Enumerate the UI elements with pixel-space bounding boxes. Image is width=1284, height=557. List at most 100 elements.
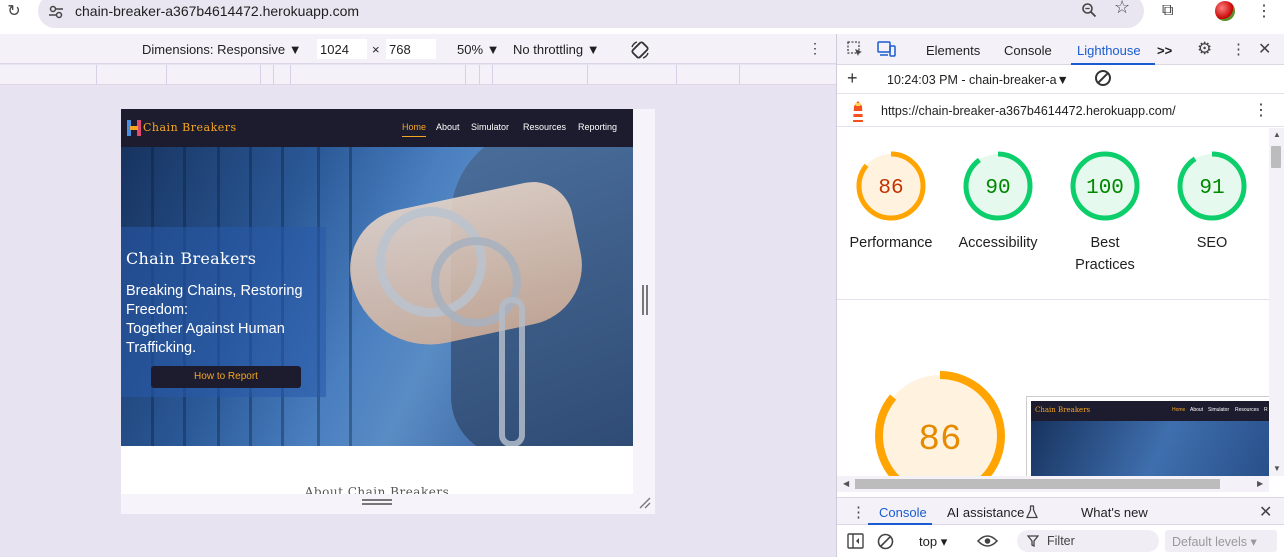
gauge-label: Performance	[837, 232, 946, 254]
media-query-ruler	[0, 65, 836, 85]
tab-console[interactable]: Console	[1004, 43, 1052, 58]
performance-big-gauge: 86	[875, 371, 1005, 478]
resize-handle-right[interactable]	[642, 285, 648, 315]
resize-corner-icon[interactable]	[638, 496, 652, 510]
scroll-right-arrow-icon[interactable]: ▶	[1257, 479, 1263, 488]
gauge-label: Best Practices	[1050, 232, 1160, 276]
gauge-label: Accessibility	[943, 232, 1053, 254]
width-input[interactable]	[317, 39, 367, 59]
thumb-nav-link: Home	[1172, 407, 1186, 413]
score-gauge[interactable]: 90	[962, 150, 1034, 222]
site-logo-text[interactable]: Chain Breakers	[143, 121, 237, 134]
ruler-tick	[739, 65, 740, 85]
drawer-menu-icon[interactable]: ⋮	[851, 503, 866, 521]
thumb-navbar: Chain Breakers Home About Simulator Reso…	[1031, 401, 1269, 421]
zoom-icon[interactable]	[1081, 2, 1097, 18]
tab-lighthouse[interactable]: Lighthouse	[1077, 43, 1141, 58]
bookmark-star-icon[interactable]: ☆	[1114, 0, 1130, 18]
site-nav-resources[interactable]: Resources	[523, 122, 566, 132]
ruler-tick	[166, 65, 167, 85]
height-input[interactable]	[386, 39, 436, 59]
scroll-down-arrow-icon[interactable]: ▼	[1273, 464, 1281, 473]
score-gauge[interactable]: 86	[855, 150, 927, 222]
thumb-nav-link: About	[1190, 407, 1204, 413]
how-to-report-button[interactable]: How to Report	[151, 366, 301, 388]
browser-menu-icon[interactable]: ⋮	[1256, 1, 1272, 21]
gauge-score-value: 90	[985, 177, 1010, 200]
context-dropdown[interactable]: top ▾	[919, 534, 947, 550]
dimensions-label: Dimensions: Responsive	[142, 42, 286, 57]
vertical-scroll-thumb[interactable]	[1271, 146, 1281, 168]
address-bar[interactable]: chain-breaker-a367b4614472.herokuapp.com…	[38, 0, 1144, 28]
devtools-tabbar: Elements Console Lighthouse >> ⚙ ⋮ ✕	[837, 34, 1284, 65]
clear-console-icon[interactable]	[877, 533, 894, 550]
drawer-tab-ai-assistance[interactable]: AI assistance	[947, 505, 1024, 520]
resize-handle-bottom[interactable]	[362, 499, 392, 505]
browser-toolbar: ↻ chain-breaker-a367b4614472.herokuapp.c…	[0, 0, 1284, 34]
settings-gear-icon[interactable]: ⚙	[1197, 39, 1212, 59]
horizontal-scroll-thumb[interactable]	[855, 479, 1220, 489]
tagline-line: Breaking Chains, Restoring	[126, 283, 303, 299]
rotate-icon[interactable]	[630, 40, 650, 60]
tagline-line: Trafficking.	[126, 340, 197, 356]
profile-avatar[interactable]	[1215, 1, 1235, 21]
ruler-tick	[273, 65, 274, 85]
dimensions-dropdown[interactable]: Dimensions: Responsive ▼	[142, 42, 302, 57]
log-levels-dropdown[interactable]: Default levels ▾	[1165, 530, 1277, 552]
site-nav-about[interactable]: About	[436, 122, 460, 132]
console-toolbar: top ▾ Filter Default levels ▾	[837, 526, 1284, 557]
throttling-label: No throttling	[513, 42, 584, 57]
drawer-tab-whats-new[interactable]: What's new	[1081, 505, 1148, 520]
new-report-plus-icon[interactable]: +	[847, 68, 858, 89]
scroll-left-arrow-icon[interactable]: ◀	[843, 479, 849, 488]
ruler-tick	[290, 65, 291, 85]
final-screenshot-thumbnail[interactable]: Chain Breakers Home About Simulator Reso…	[1026, 396, 1269, 478]
score-gauge[interactable]: 91	[1176, 150, 1248, 222]
zoom-dropdown[interactable]: 50% ▼	[457, 42, 500, 57]
devtools-panel: Elements Console Lighthouse >> ⚙ ⋮ ✕ + 1…	[836, 34, 1284, 557]
throttling-dropdown[interactable]: No throttling ▼	[513, 42, 600, 57]
device-viewport-area: Chain Breakers Home About Simulator Reso…	[0, 86, 836, 557]
live-expression-eye-icon[interactable]	[977, 534, 998, 548]
hero-title: Chain Breakers	[126, 249, 257, 268]
thumb-hero-image	[1031, 421, 1269, 478]
site-nav-home[interactable]: Home	[402, 122, 427, 137]
device-toolbar-more-icon[interactable]: ⋮	[808, 40, 822, 57]
clear-reports-icon[interactable]	[1095, 70, 1111, 86]
gauge-score-value: 86	[878, 177, 903, 200]
tab-elements[interactable]: Elements	[926, 43, 980, 58]
gauge-label-line: Performance	[849, 235, 933, 251]
more-tabs-button[interactable]: >>	[1157, 43, 1172, 58]
inspect-element-icon[interactable]	[847, 41, 864, 58]
drawer-tab-console[interactable]: Console	[879, 505, 927, 520]
gauge-label-line: SEO	[1196, 235, 1228, 251]
site-nav-simulator[interactable]: Simulator	[471, 122, 509, 132]
console-filter-input[interactable]: Filter	[1017, 530, 1159, 552]
emulated-page: Chain Breakers Home About Simulator Reso…	[121, 109, 633, 494]
ruler-tick	[96, 65, 97, 85]
site-logo-icon[interactable]	[127, 120, 141, 136]
report-select-dropdown[interactable]: 10:24:03 PM - chain-breaker-a▼	[887, 73, 1069, 87]
hero-tagline: Breaking Chains, Restoring Freedom: Toge…	[126, 282, 326, 358]
url-text[interactable]: chain-breaker-a367b4614472.herokuapp.com	[75, 3, 359, 19]
score-gauge[interactable]: 100	[1069, 150, 1141, 222]
site-nav-reporting[interactable]: Reporting	[578, 122, 617, 132]
close-drawer-icon[interactable]: ✕	[1259, 502, 1272, 522]
thumb-nav-link: Resources	[1235, 407, 1259, 413]
reload-icon[interactable]: ↻	[4, 2, 24, 22]
sidebar-toggle-icon[interactable]	[847, 533, 864, 549]
scroll-up-arrow-icon[interactable]: ▲	[1273, 130, 1281, 139]
devtools-menu-icon[interactable]: ⋮	[1231, 40, 1246, 58]
site-info-icon[interactable]	[48, 4, 64, 20]
report-menu-icon[interactable]: ⋮	[1253, 100, 1269, 120]
extensions-icon[interactable]: ⧉	[1162, 2, 1173, 20]
filter-funnel-icon	[1027, 535, 1039, 547]
lighthouse-report-url[interactable]: https://chain-breaker-a367b4614472.herok…	[881, 104, 1176, 118]
gauge-label-line: Practices	[1075, 257, 1135, 273]
filter-placeholder: Filter	[1047, 534, 1075, 548]
close-devtools-icon[interactable]: ✕	[1258, 39, 1271, 59]
report-vertical-scrollbar[interactable]	[1269, 128, 1284, 476]
device-toggle-icon[interactable]	[877, 41, 896, 58]
site-navbar: Chain Breakers Home About Simulator Reso…	[121, 109, 633, 147]
ruler-tick	[587, 65, 588, 85]
